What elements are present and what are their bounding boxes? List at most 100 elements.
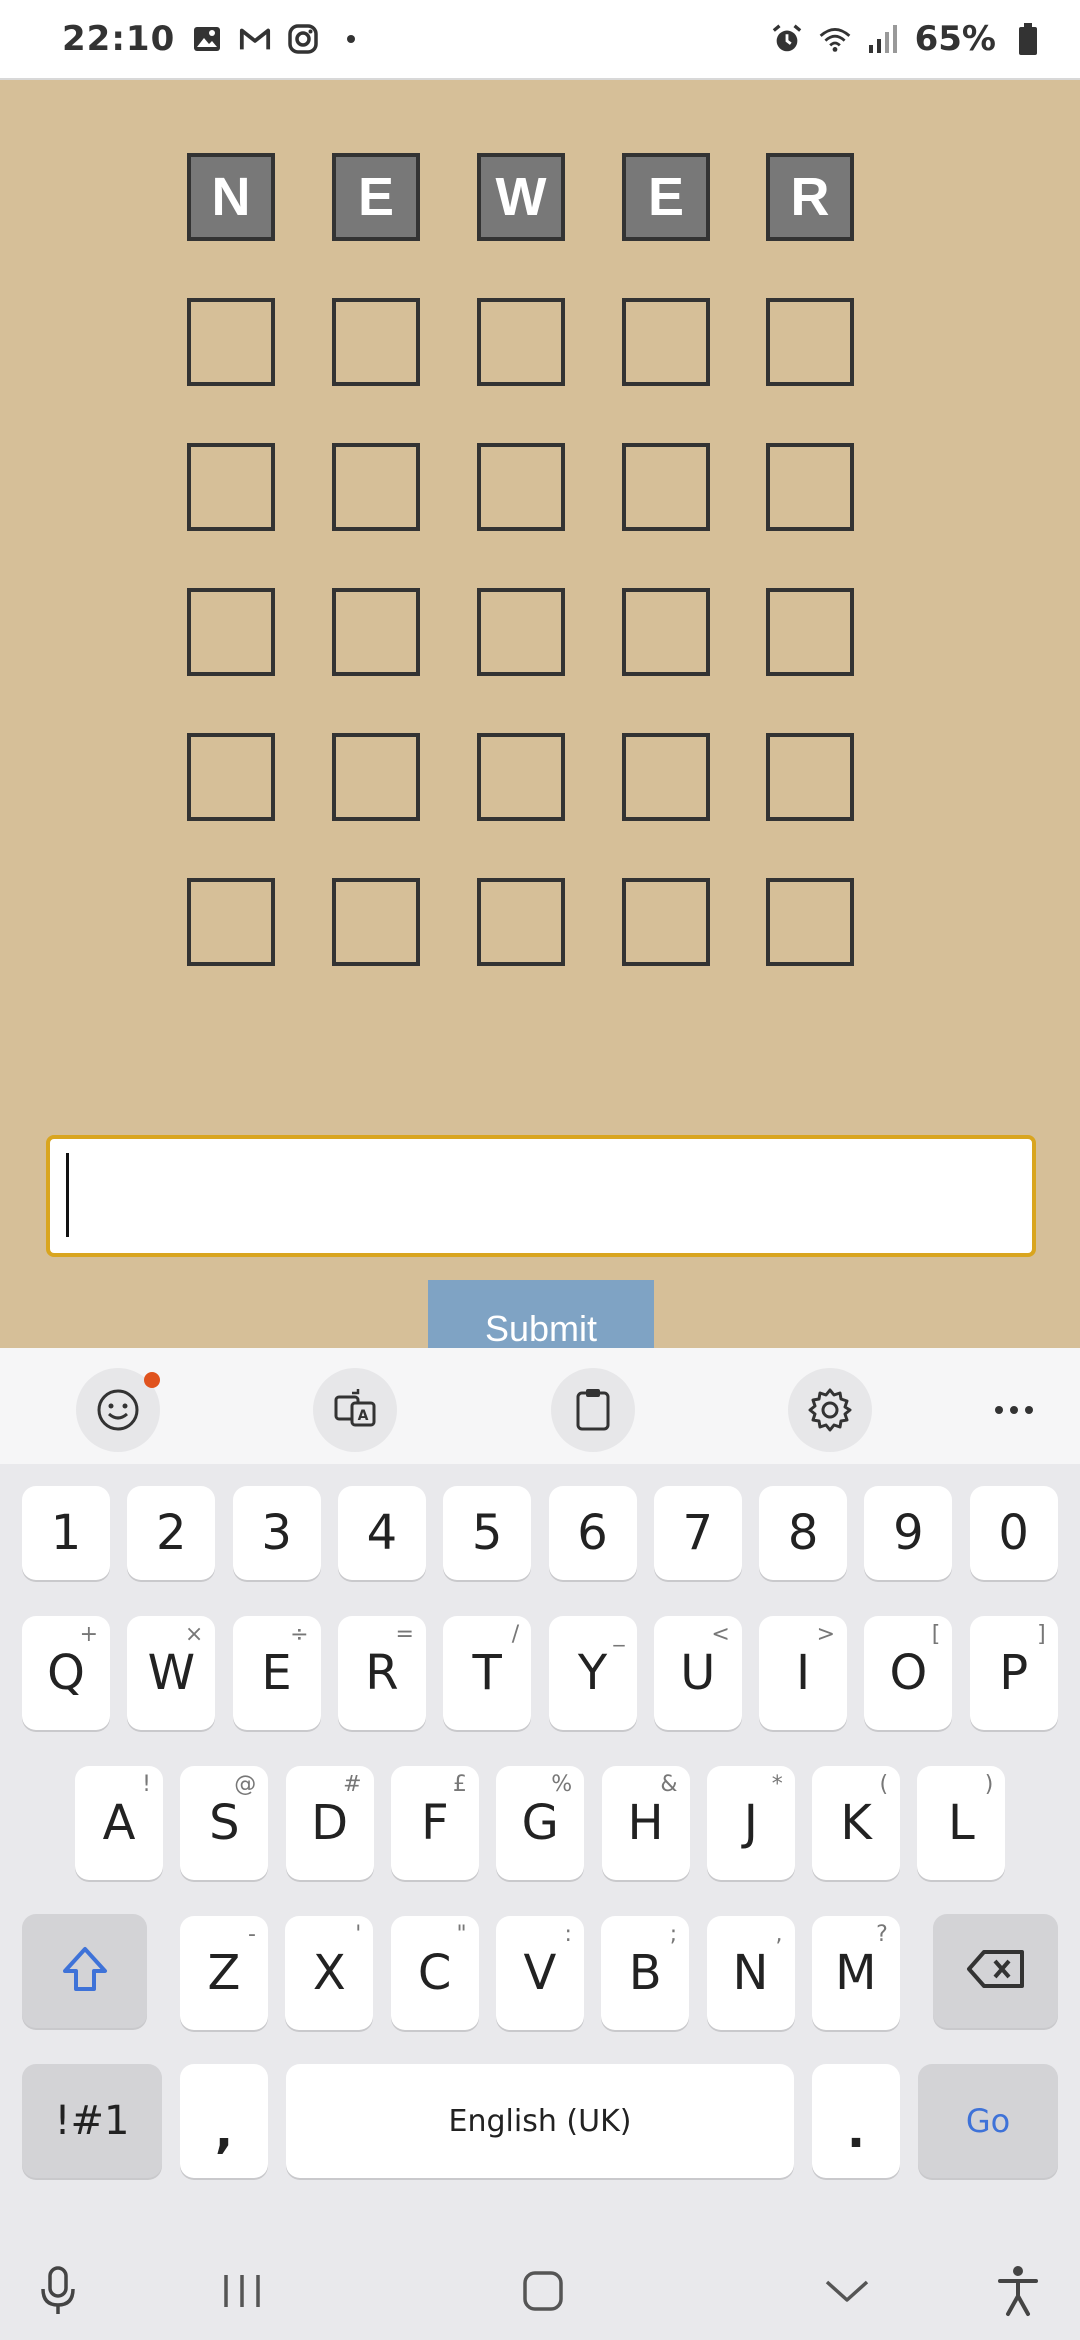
grid-tile: W [477, 153, 565, 241]
instagram-icon [287, 23, 319, 55]
recents-icon[interactable] [202, 2256, 282, 2326]
signal-icon [867, 23, 899, 55]
key-h[interactable]: H & [601, 1766, 690, 1880]
key-q[interactable]: Q + [22, 1616, 110, 1730]
status-bar: 22:10 65% [0, 0, 1080, 80]
grid-tile [622, 733, 710, 821]
key-g[interactable]: G% [496, 1766, 585, 1880]
grid-tile [766, 588, 854, 676]
grid-tile [187, 878, 275, 966]
grid-tile [477, 588, 565, 676]
status-time: 22:10 [62, 19, 176, 59]
key-j[interactable]: J * [706, 1766, 795, 1880]
period-key[interactable]: . [812, 2064, 900, 2178]
mic-icon[interactable] [18, 2256, 98, 2326]
key-8[interactable]: 8 [759, 1486, 848, 1580]
emoji-notification-dot [144, 1372, 160, 1388]
clipboard-icon[interactable] [551, 1368, 635, 1452]
shift-icon [59, 1943, 111, 1999]
grid-tile [477, 878, 565, 966]
backspace-key[interactable] [933, 1914, 1058, 2028]
grid-tile [187, 588, 275, 676]
key-o[interactable]: O[ [864, 1616, 953, 1730]
key-a[interactable]: A! [75, 1766, 163, 1880]
grid-tile: N [187, 153, 275, 241]
battery-icon [1012, 23, 1044, 55]
key-b[interactable]: B; [601, 1916, 690, 2030]
keyboard: !#1 , English (UK) . Go 1 2 3 4 5 6 7 8 9 0 Q + W × E ÷… [0, 1464, 1080, 2240]
key-y[interactable]: Y _ [548, 1616, 637, 1730]
grid-tile [332, 733, 420, 821]
key-m[interactable]: M? [811, 1916, 900, 2030]
key-9[interactable]: 9 [864, 1486, 953, 1580]
keyboard-toolbar: A [0, 1348, 1080, 1464]
key-4[interactable]: 4 [337, 1486, 426, 1580]
grid-tile [187, 298, 275, 386]
key-u[interactable]: U < [653, 1616, 742, 1730]
key-w[interactable]: W × [127, 1616, 216, 1730]
guess-input[interactable] [46, 1135, 1036, 1257]
key-r[interactable]: R = [337, 1616, 426, 1730]
key-1[interactable]: 1 [22, 1486, 110, 1580]
key-f[interactable]: F £ [390, 1766, 479, 1880]
more-icon[interactable] [972, 1368, 1056, 1452]
alarm-icon [771, 23, 803, 55]
grid-tile [332, 298, 420, 386]
key-c[interactable]: C " [390, 1916, 479, 2030]
key-0[interactable]: 0 [969, 1486, 1058, 1580]
key-3[interactable]: 3 [232, 1486, 321, 1580]
backspace-icon [966, 1948, 1026, 1994]
grid-tile [766, 443, 854, 531]
key-v[interactable]: V: [495, 1916, 584, 2030]
key-7[interactable]: 7 [653, 1486, 742, 1580]
grid-tile [622, 588, 710, 676]
shift-key[interactable] [22, 1914, 147, 2028]
grid-tile [622, 298, 710, 386]
grid-tile [187, 733, 275, 821]
comma-key[interactable]: , [180, 2064, 268, 2178]
wifi-icon [819, 23, 851, 55]
navigation-bar [0, 2240, 1080, 2340]
grid-tile [477, 298, 565, 386]
grid-tile [332, 443, 420, 531]
game-area: NEWER Submit [0, 80, 1080, 1378]
battery-percent: 65% [914, 19, 996, 59]
grid-tile: R [766, 153, 854, 241]
go-key[interactable]: Go [918, 2064, 1058, 2178]
symbols-key[interactable]: !#1 [22, 2064, 162, 2178]
hide-keyboard-icon[interactable] [807, 2256, 887, 2326]
grid-tile: E [622, 153, 710, 241]
key-l[interactable]: L) [917, 1766, 1006, 1880]
home-icon[interactable] [503, 2256, 583, 2326]
grid-tile [766, 298, 854, 386]
key-k[interactable]: K( [812, 1766, 901, 1880]
settings-icon[interactable] [788, 1368, 872, 1452]
text-cursor [66, 1153, 69, 1237]
key-s[interactable]: S @ [180, 1766, 269, 1880]
grid-tile [622, 878, 710, 966]
svg-text:A: A [358, 1408, 369, 1424]
emoji-icon[interactable] [76, 1368, 160, 1452]
grid-tile [187, 443, 275, 531]
more-notifications-dot [347, 35, 356, 43]
grid-tile [622, 443, 710, 531]
translate-icon[interactable]: A [313, 1368, 397, 1452]
grid-tile: E [332, 153, 420, 241]
key-t[interactable]: T / [443, 1616, 532, 1730]
key-6[interactable]: 6 [548, 1486, 637, 1580]
grid-tile [477, 733, 565, 821]
space-key[interactable]: English (UK) [286, 2064, 794, 2178]
key-i[interactable]: I > [759, 1616, 848, 1730]
accessibility-icon[interactable] [978, 2256, 1058, 2326]
key-e[interactable]: E ÷ [232, 1616, 321, 1730]
key-2[interactable]: 2 [127, 1486, 216, 1580]
key-z[interactable]: Z- [180, 1916, 268, 2030]
key-p[interactable]: P] [969, 1616, 1058, 1730]
key-5[interactable]: 5 [443, 1486, 532, 1580]
key-d[interactable]: D # [285, 1766, 374, 1880]
gallery-icon [191, 23, 223, 55]
key-n[interactable]: N, [706, 1916, 795, 2030]
key-x[interactable]: X ' [285, 1916, 374, 2030]
grid-tile [332, 588, 420, 676]
gmail-icon [239, 23, 271, 55]
